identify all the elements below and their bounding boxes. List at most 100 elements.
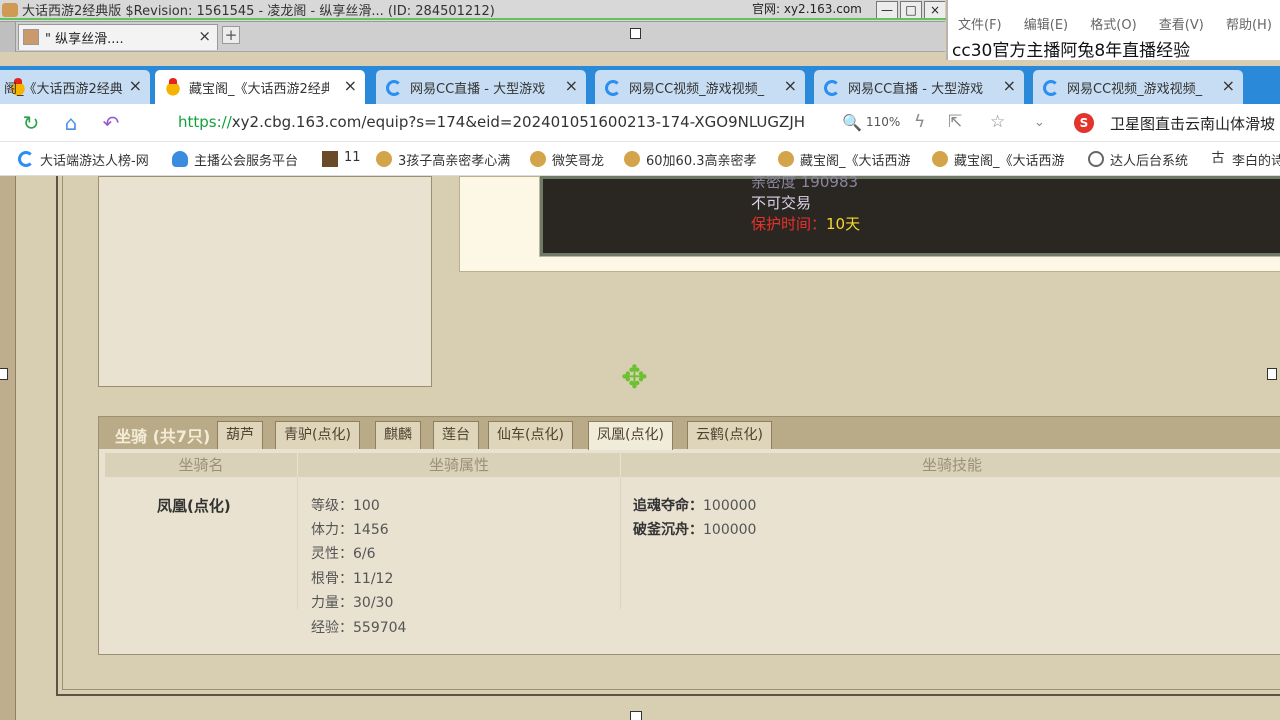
star-icon[interactable]: ☆ — [990, 112, 1005, 132]
bookmark-label: 微笑哥龙 — [552, 154, 605, 169]
browser-tab-cbg-2[interactable]: 藏宝阁_《大话西游2经典 × — [155, 70, 365, 104]
close-icon[interactable]: × — [344, 76, 357, 95]
address-bar[interactable]: https://xy2.cbg.163.com/equip?s=174&eid=… — [178, 113, 805, 131]
mount-tab-gourd[interactable]: 葫芦 — [217, 421, 263, 449]
refresh-icon[interactable]: ↻ — [18, 110, 44, 136]
share-icon[interactable]: ⇱ — [948, 112, 962, 132]
resize-handle-left[interactable] — [0, 368, 8, 380]
browser-tab-label: 藏宝阁_《大话西游2经典 — [189, 82, 329, 97]
browser-tab-cbg-1[interactable]: 阁_《大话西游2经典 × — [0, 70, 150, 104]
mount-tab-donkey[interactable]: 青驴(点化) — [275, 421, 360, 449]
zoom-level[interactable]: 110% — [866, 115, 900, 129]
bookmarks-bar: 大话端游达人榜-网 主播公会服务平台 11 3孩子高亲密孝心满 微笑哥龙 60加… — [0, 142, 1280, 176]
mount-header: 坐骑 (共7只) 葫芦 青驴(点化) 麒麟 莲台 仙车(点化) 凤凰(点化) 云… — [99, 417, 1280, 450]
menu-edit[interactable]: 编辑(E) — [1024, 18, 1068, 33]
close-icon[interactable]: × — [784, 76, 797, 95]
attr-value: 6/6 — [353, 546, 376, 562]
col-head-name: 坐骑名 — [105, 453, 297, 477]
cc-icon — [386, 80, 402, 96]
tab-favicon-icon — [23, 29, 39, 45]
search-suggestion[interactable]: 卫星图直击云南山体滑坡 — [1110, 113, 1275, 134]
column-divider — [297, 477, 298, 609]
game-website-text: 官网: xy2.163.com — [752, 2, 862, 16]
close-icon[interactable]: × — [565, 76, 578, 95]
browser-tab-strip: 阁_《大话西游2经典 × 藏宝阁_《大话西游2经典 × 网易CC直播 - 大型游… — [0, 66, 1280, 104]
browser-tab-cc-live-1[interactable]: 网易CC直播 - 大型游戏 × — [376, 70, 586, 104]
attr-value: 559704 — [353, 620, 407, 636]
mount-tab-phoenix[interactable]: 凤凰(点化) — [588, 421, 673, 450]
mount-tab-crane[interactable]: 云鹤(点化) — [687, 421, 772, 449]
attr-stamina: 体力：1456 — [311, 519, 389, 539]
attr-experience: 经验：559704 — [311, 617, 406, 637]
cbg-icon — [530, 151, 546, 167]
resize-handle-top[interactable] — [630, 28, 641, 39]
cc-icon — [18, 151, 34, 167]
left-edge — [0, 176, 16, 720]
text-editor-window: 文件(F) 编辑(E) 格式(O) 查看(V) 帮助(H) cc30官方主播阿兔… — [946, 0, 1280, 61]
search-engine-icon[interactable]: S — [1074, 113, 1094, 133]
zoom-icon[interactable]: 🔍 — [842, 113, 862, 132]
item-image-box — [98, 176, 432, 387]
resize-handle-bottom[interactable] — [630, 711, 642, 720]
home-icon[interactable]: ⌂ — [58, 110, 84, 136]
maximize-button[interactable]: □ — [900, 1, 922, 19]
browser-tab-cc-video-1[interactable]: 网易CC视频_游戏视频_ × — [595, 70, 805, 104]
menu-format[interactable]: 格式(O) — [1090, 18, 1136, 33]
cc-icon — [1043, 80, 1059, 96]
bookmark-label: 藏宝阁_《大话西游 — [800, 154, 911, 169]
move-cursor-icon[interactable]: ✥ — [621, 361, 648, 393]
skill-value: 100000 — [703, 498, 757, 514]
mount-tab-lotus[interactable]: 莲台 — [433, 421, 479, 449]
attr-label: 经验： — [311, 620, 353, 636]
page-content: 亲密度 190983 不可交易 保护时间：10天 ✥ 坐骑 (共7只) 葫芦 青… — [0, 176, 1280, 720]
col-head-attributes: 坐骑属性 — [298, 453, 620, 477]
attr-label: 等级： — [311, 498, 353, 514]
bookmark-label: 藏宝阁_《大话西游 — [954, 154, 1065, 169]
attr-value: 1456 — [353, 522, 389, 538]
attr-level: 等级：100 — [311, 495, 380, 515]
column-divider — [620, 477, 621, 609]
minimize-button[interactable]: — — [876, 1, 898, 19]
cbg-icon — [624, 151, 640, 167]
browser-nav-bar: ↻ ⌂ ↶ https://xy2.cbg.163.com/equip?s=17… — [0, 104, 1280, 142]
browser-tab-label: 网易CC直播 - 大型游戏 — [848, 82, 984, 97]
close-icon[interactable]: × — [198, 27, 211, 45]
cbg-icon — [165, 78, 181, 96]
skill-label: 追魂夺命： — [633, 498, 703, 514]
game-tab[interactable]: " 纵享丝滑.... × — [18, 24, 218, 50]
attr-label: 体力： — [311, 522, 353, 538]
lightning-icon[interactable]: ϟ — [914, 112, 925, 132]
bookmark-label: 主播公会服务平台 — [194, 154, 299, 169]
skill-item: 追魂夺命：100000 — [633, 495, 756, 515]
close-button[interactable]: × — [924, 1, 945, 19]
intimacy-text: 亲密度 190983 — [751, 176, 859, 191]
browser-tab-cc-live-2[interactable]: 网易CC直播 - 大型游戏 × — [814, 70, 1024, 104]
close-icon[interactable]: × — [1003, 76, 1016, 95]
menu-file[interactable]: 文件(F) — [958, 18, 1002, 33]
browser-tab-label: 网易CC视频_游戏视频_ — [629, 82, 765, 97]
game-icon — [322, 151, 338, 167]
game-tab-row: " 纵享丝滑.... × + — [0, 22, 945, 52]
mount-tab-cart[interactable]: 仙车(点化) — [488, 421, 573, 449]
menu-help[interactable]: 帮助(H) — [1226, 18, 1272, 33]
chevron-down-icon[interactable]: ⌄ — [1034, 115, 1045, 130]
bookmark-label: 李白的诗 — [1232, 154, 1280, 169]
attr-value: 100 — [353, 498, 380, 514]
close-icon[interactable]: × — [1222, 76, 1235, 95]
game-app-icon — [2, 3, 18, 17]
resize-handle-right[interactable] — [1267, 368, 1277, 380]
undo-icon[interactable]: ↶ — [98, 110, 124, 136]
menu-view[interactable]: 查看(V) — [1159, 18, 1204, 33]
cc-icon — [824, 80, 840, 96]
close-icon[interactable]: × — [129, 76, 142, 95]
browser-tab-cc-video-2[interactable]: 网易CC视频_游戏视频_ × — [1033, 70, 1243, 104]
add-tab-button[interactable]: + — [222, 26, 240, 44]
skill-item: 破釜沉舟：100000 — [633, 519, 756, 539]
attr-label: 灵性： — [311, 546, 353, 562]
browser-tab-label: 网易CC视频_游戏视频_ — [1067, 82, 1203, 97]
cbg-icon — [932, 151, 948, 167]
mount-tab-qilin[interactable]: 麒麟 — [375, 421, 421, 449]
attr-value: 30/30 — [353, 595, 394, 611]
bookmark-label: 11 — [344, 150, 361, 165]
url-protocol: https:// — [178, 113, 232, 131]
